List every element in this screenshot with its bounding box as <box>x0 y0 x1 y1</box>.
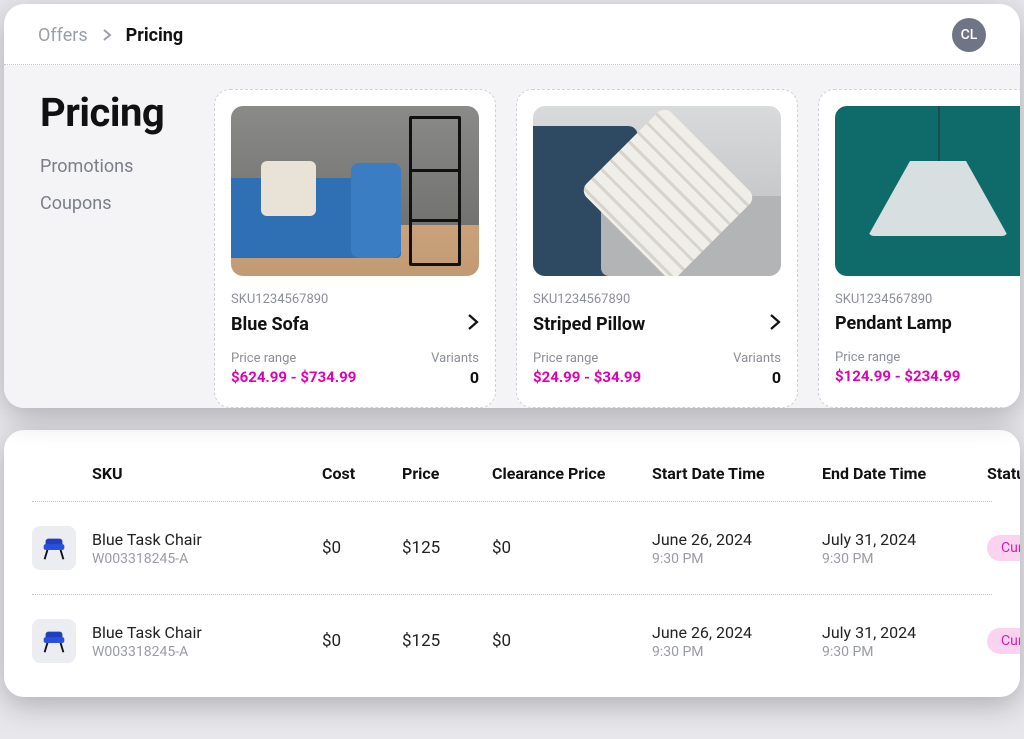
product-card[interactable]: SKU1234567890 Pendant Lamp Price range $… <box>818 89 1020 408</box>
product-name: Pendant Lamp <box>835 313 952 334</box>
top-body: Pricing Promotions Coupons SKU1234567890… <box>4 65 1020 408</box>
end-date: July 31, 2024 <box>822 623 987 642</box>
row-status: Current <box>987 628 1020 654</box>
breadcrumb: Offers Pricing <box>38 25 183 46</box>
variants-count: 0 <box>772 368 781 387</box>
end-time: 9:30 PM <box>822 644 987 660</box>
table-row[interactable]: Blue Task Chair W003318245-A $0 $125 $0 … <box>32 595 992 687</box>
col-cost: Cost <box>322 464 402 483</box>
sidebar-link-promotions[interactable]: Promotions <box>40 156 186 177</box>
sku-cell: Blue Task Chair W003318245-A <box>92 623 322 660</box>
product-sku: SKU1234567890 <box>231 292 479 307</box>
row-end: July 31, 2024 9:30 PM <box>822 623 987 660</box>
row-clearance: $0 <box>492 631 652 651</box>
row-sku: W003318245-A <box>92 551 322 567</box>
product-image <box>533 106 781 276</box>
row-start: June 26, 2024 9:30 PM <box>652 530 822 567</box>
row-sku: W003318245-A <box>92 644 322 660</box>
product-card[interactable]: SKU1234567890 Striped Pillow Price range… <box>516 89 798 408</box>
sidebar-link-coupons[interactable]: Coupons <box>40 193 186 214</box>
col-clearance: Clearance Price <box>492 464 652 483</box>
price-range: $624.99 - $734.99 <box>231 368 356 386</box>
table-header: SKU Cost Price Clearance Price Start Dat… <box>32 454 992 501</box>
row-price: $125 <box>402 631 492 651</box>
variants-label: Variants <box>733 351 781 366</box>
chevron-right-icon <box>102 25 112 46</box>
col-sku: SKU <box>92 464 322 483</box>
start-time: 9:30 PM <box>652 644 822 660</box>
product-image <box>835 106 1020 276</box>
chevron-right-icon[interactable] <box>467 313 479 335</box>
product-name: Blue Sofa <box>231 314 309 335</box>
row-name: Blue Task Chair <box>92 530 322 549</box>
row-cost: $0 <box>322 538 402 558</box>
variants-label: Variants <box>431 351 479 366</box>
row-price: $125 <box>402 538 492 558</box>
row-status: Current <box>987 535 1020 561</box>
start-time: 9:30 PM <box>652 551 822 567</box>
product-image <box>231 106 479 276</box>
price-range-label: Price range <box>231 351 356 366</box>
product-sku: SKU1234567890 <box>835 292 1020 307</box>
pricing-table-panel: SKU Cost Price Clearance Price Start Dat… <box>4 430 1020 697</box>
start-date: June 26, 2024 <box>652 623 822 642</box>
page-title: Pricing <box>40 89 186 136</box>
table-row[interactable]: Blue Task Chair W003318245-A $0 $125 $0 … <box>32 502 992 594</box>
col-price: Price <box>402 464 492 483</box>
breadcrumb-parent[interactable]: Offers <box>38 25 88 46</box>
row-name: Blue Task Chair <box>92 623 322 642</box>
sidebar: Pricing Promotions Coupons <box>4 89 214 408</box>
col-status: Status <box>987 464 1020 483</box>
product-name: Striped Pillow <box>533 314 645 335</box>
col-start: Start Date Time <box>652 464 822 483</box>
col-end: End Date Time <box>822 464 987 483</box>
pricing-panel: Offers Pricing CL Pricing Promotions Cou… <box>4 4 1020 408</box>
chevron-right-icon[interactable] <box>769 313 781 335</box>
end-date: July 31, 2024 <box>822 530 987 549</box>
start-date: June 26, 2024 <box>652 530 822 549</box>
status-badge: Current <box>987 535 1020 561</box>
product-card[interactable]: SKU1234567890 Blue Sofa Price range $624… <box>214 89 496 408</box>
header: Offers Pricing CL <box>4 4 1020 64</box>
row-cost: $0 <box>322 631 402 651</box>
variants-count: 0 <box>470 368 479 387</box>
sku-cell: Blue Task Chair W003318245-A <box>92 530 322 567</box>
product-thumb <box>32 526 76 570</box>
avatar[interactable]: CL <box>952 18 986 52</box>
price-range-label: Price range <box>533 351 641 366</box>
row-start: June 26, 2024 9:30 PM <box>652 623 822 660</box>
row-end: July 31, 2024 9:30 PM <box>822 530 987 567</box>
row-clearance: $0 <box>492 538 652 558</box>
price-range: $24.99 - $34.99 <box>533 368 641 386</box>
product-thumb <box>32 619 76 663</box>
price-range-label: Price range <box>835 350 960 365</box>
price-range: $124.99 - $234.99 <box>835 367 960 385</box>
status-badge: Current <box>987 628 1020 654</box>
product-sku: SKU1234567890 <box>533 292 781 307</box>
product-cards: SKU1234567890 Blue Sofa Price range $624… <box>214 89 1020 408</box>
end-time: 9:30 PM <box>822 551 987 567</box>
breadcrumb-current: Pricing <box>126 25 183 46</box>
